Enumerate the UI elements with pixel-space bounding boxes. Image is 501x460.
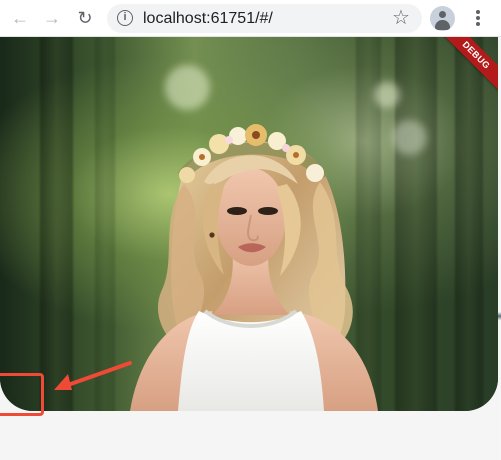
annotation-highlight-box bbox=[0, 373, 44, 416]
background-tree bbox=[40, 37, 73, 411]
address-bar[interactable]: i localhost:61751/#/ ☆ bbox=[107, 4, 422, 33]
left-eye bbox=[227, 207, 247, 215]
earring bbox=[209, 232, 215, 238]
back-arrow-icon[interactable]: ← bbox=[7, 5, 33, 31]
profile-body-icon bbox=[435, 20, 450, 30]
info-icon[interactable]: i bbox=[117, 10, 133, 26]
portrait-image-card: DEBUG bbox=[0, 37, 498, 411]
annotation-arrow-icon bbox=[54, 361, 132, 390]
reload-icon[interactable]: ↻ bbox=[72, 5, 98, 31]
browser-toolbar: ← → ↻ i localhost:61751/#/ ☆ bbox=[0, 0, 501, 37]
menu-dot bbox=[476, 22, 480, 26]
star-icon[interactable]: ☆ bbox=[391, 8, 411, 28]
woman-portrait bbox=[130, 124, 378, 411]
menu-dot bbox=[476, 10, 480, 14]
right-eye bbox=[258, 207, 278, 215]
menu-dot bbox=[476, 16, 480, 20]
url-text[interactable]: localhost:61751/#/ bbox=[143, 10, 373, 28]
forward-arrow-icon[interactable]: → bbox=[39, 5, 65, 31]
app-viewport: DEBUG bbox=[0, 37, 501, 460]
background-tree bbox=[455, 37, 483, 411]
profile-head-icon bbox=[439, 11, 446, 18]
browser-window: ← → ↻ i localhost:61751/#/ ☆ DEBUG bbox=[0, 0, 501, 460]
more-vertical-icon[interactable] bbox=[466, 5, 490, 31]
profile-icon[interactable] bbox=[430, 6, 455, 31]
